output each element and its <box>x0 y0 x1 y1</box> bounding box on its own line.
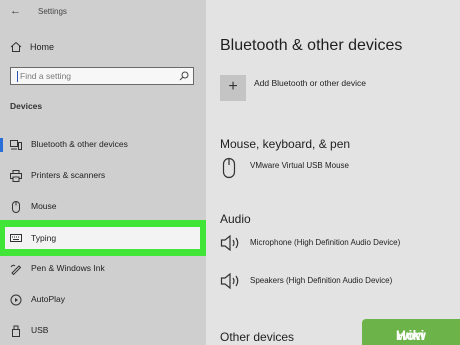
active-indicator <box>0 138 3 152</box>
sidebar-item-bluetooth[interactable]: Bluetooth & other devices <box>0 134 206 156</box>
usb-icon <box>12 325 20 337</box>
autoplay-icon <box>10 294 22 306</box>
speaker-icon <box>220 234 239 252</box>
device-name: Speakers (High Definition Audio Device) <box>250 276 393 285</box>
device-name: VMware Virtual USB Mouse <box>250 161 349 170</box>
bluetooth-devices-icon <box>10 140 22 150</box>
mouse-icon <box>222 157 236 179</box>
add-device-label[interactable]: Add Bluetooth or other device <box>254 78 366 88</box>
speaker-icon <box>220 272 239 290</box>
pen-icon <box>10 264 22 275</box>
search-icon[interactable] <box>179 71 189 81</box>
sidebar-item-typing[interactable]: Typing <box>5 227 200 249</box>
keyboard-icon <box>10 234 22 242</box>
device-name: Microphone (High Definition Audio Device… <box>250 238 401 247</box>
audio-heading: Audio <box>220 212 251 226</box>
device-item-mouse[interactable]: VMware Virtual USB Mouse <box>220 157 456 183</box>
sidebar-item-label: Bluetooth & other devices <box>31 139 128 149</box>
other-devices-heading: Other devices <box>220 330 295 344</box>
mouse-keyboard-pen-heading: Mouse, keyboard, & pen <box>220 137 351 151</box>
settings-sidebar: ← Settings Home Find a setting Devices B… <box>0 0 208 345</box>
sidebar-item-label: USB <box>31 325 49 335</box>
home-icon <box>10 41 22 52</box>
device-item-speakers[interactable]: Speakers (High Definition Audio Device) <box>220 272 456 298</box>
sidebar-item-label: Mouse <box>31 201 57 211</box>
plus-icon: + <box>228 78 238 95</box>
search-input[interactable]: Find a setting <box>10 67 194 85</box>
search-placeholder: Find a setting <box>20 71 72 81</box>
back-arrow-icon[interactable]: ← <box>10 5 21 17</box>
app-title: Settings <box>38 7 67 16</box>
device-item-microphone[interactable]: Microphone (High Definition Audio Device… <box>220 234 456 260</box>
main-panel: Bluetooth & other devices + Add Bluetoot… <box>206 0 460 345</box>
add-device-button[interactable]: + <box>220 75 246 101</box>
sidebar-item-mouse[interactable]: Mouse <box>0 196 206 218</box>
mouse-icon <box>12 201 20 213</box>
sidebar-item-label: Printers & scanners <box>31 170 106 180</box>
sidebar-item-label: Pen & Windows Ink <box>31 263 105 273</box>
text-caret <box>17 71 18 82</box>
sidebar-item-usb[interactable]: USB <box>0 320 206 342</box>
printer-icon <box>10 170 22 182</box>
sidebar-item-autoplay[interactable]: AutoPlay <box>0 289 206 311</box>
home-nav-item[interactable]: Home <box>10 40 200 56</box>
wikihow-watermark: wiki How <box>362 319 460 345</box>
home-label: Home <box>30 42 55 52</box>
sidebar-item-printers[interactable]: Printers & scanners <box>0 165 206 187</box>
sidebar-item-pen[interactable]: Pen & Windows Ink <box>0 258 206 280</box>
devices-section-title: Devices <box>10 101 43 111</box>
sidebar-item-label: AutoPlay <box>31 294 66 304</box>
title-bar: ← Settings <box>0 0 206 24</box>
page-title: Bluetooth & other devices <box>220 37 403 54</box>
sidebar-item-label: Typing <box>31 233 57 243</box>
